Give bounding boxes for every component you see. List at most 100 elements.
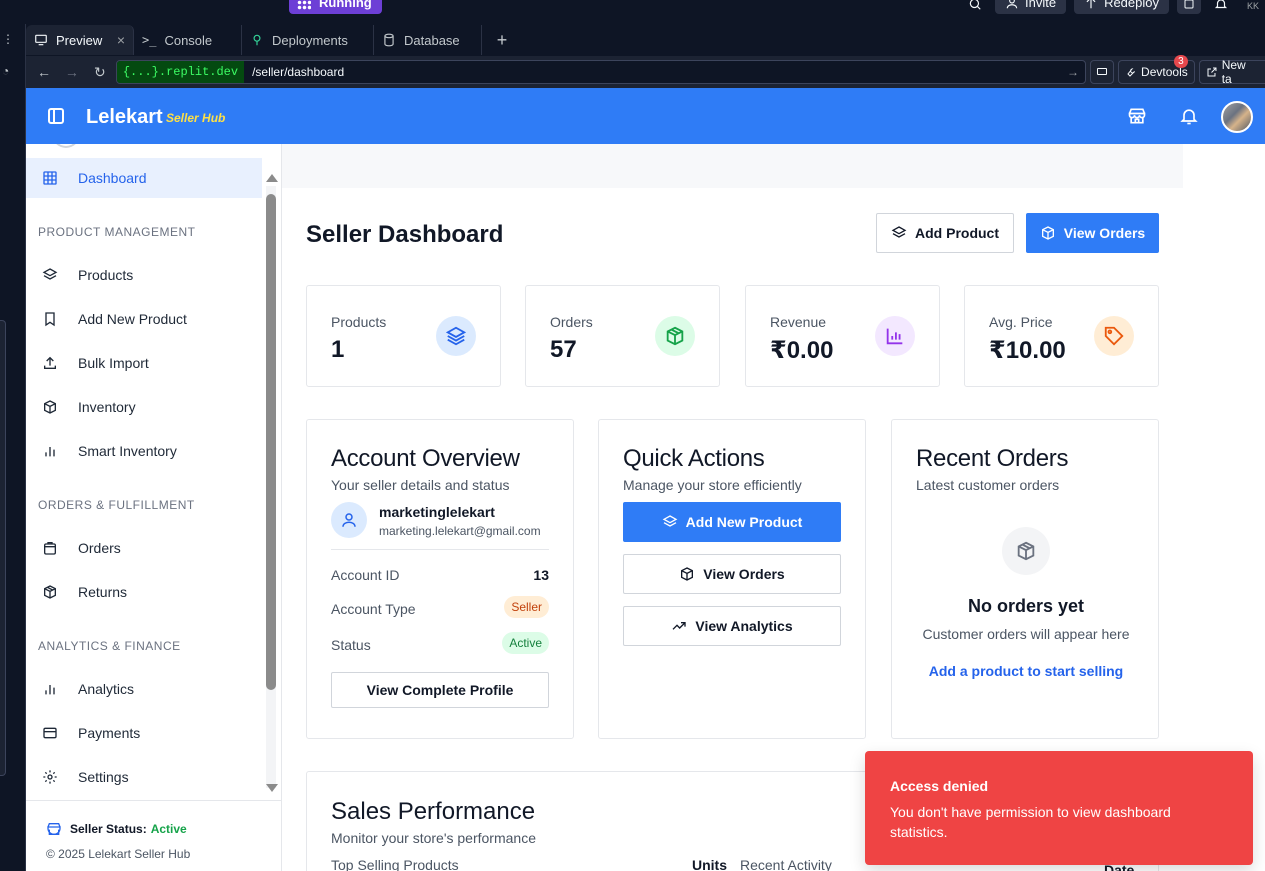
redeploy-button[interactable]: Redeploy bbox=[1074, 0, 1169, 14]
sidebar-item-label: Payments bbox=[78, 725, 141, 741]
sidebar-item-orders[interactable]: Orders bbox=[26, 528, 262, 568]
quick-view-orders-button[interactable]: View Orders bbox=[623, 554, 841, 594]
reload-icon[interactable]: ↻ bbox=[88, 60, 112, 84]
tab-console[interactable]: >_ Console bbox=[134, 25, 242, 55]
monitor-icon bbox=[35, 34, 47, 46]
user-avatar[interactable] bbox=[1221, 101, 1253, 133]
top-banner-area bbox=[282, 144, 1183, 188]
user-avatar[interactable]: KK bbox=[1241, 0, 1265, 14]
account-id-row: Account ID 13 bbox=[331, 567, 549, 583]
sidebar-scroll-area[interactable]: Dashboard PRODUCT MANAGEMENT Products Ad… bbox=[26, 144, 262, 800]
url-input[interactable]: {...}.replit.dev /seller/dashboard → bbox=[115, 60, 1087, 84]
layers-icon bbox=[436, 316, 476, 356]
kv-value: 13 bbox=[533, 567, 549, 583]
tab-deployments[interactable]: Deployments bbox=[242, 25, 374, 55]
empty-state-title: No orders yet bbox=[967, 596, 1085, 616]
stat-label: Orders bbox=[550, 314, 593, 330]
view-orders-button[interactable]: View Orders bbox=[1026, 213, 1159, 253]
scroll-up-arrow[interactable] bbox=[266, 174, 278, 182]
tab-label: Console bbox=[164, 32, 213, 48]
replit-top-bar: Running Invite Redeploy KK bbox=[0, 0, 1265, 24]
sidebar-item-payments[interactable]: Payments bbox=[26, 713, 262, 753]
sidebar-item-analytics[interactable]: Analytics bbox=[26, 669, 262, 709]
run-status-label: Running bbox=[319, 0, 372, 10]
notifications-bell-icon[interactable] bbox=[1209, 0, 1233, 14]
package-icon bbox=[681, 567, 694, 581]
view-orders-label: View Orders bbox=[1063, 225, 1146, 241]
kv-label: Status bbox=[331, 637, 371, 653]
deploy-icon bbox=[1086, 0, 1096, 9]
sidebar-footer: Seller Status: Active © 2025 Lelekart Se… bbox=[26, 800, 282, 871]
seller-status-value: Active bbox=[150, 822, 187, 836]
sidebar-item-label: Products bbox=[78, 267, 134, 283]
view-analytics-button[interactable]: View Analytics bbox=[623, 606, 841, 646]
status-badge: Active bbox=[502, 632, 549, 654]
button-label: View Complete Profile bbox=[366, 682, 514, 698]
sidebar-item-returns[interactable]: Returns bbox=[26, 572, 262, 612]
add-new-product-button[interactable]: Add New Product bbox=[623, 502, 841, 542]
sidebar-item-smart-inventory[interactable]: Smart Inventory bbox=[26, 431, 262, 471]
deploy-icon bbox=[253, 34, 261, 46]
sidebar-item-products[interactable]: Products bbox=[26, 255, 262, 295]
button-label: Add New Product bbox=[685, 514, 803, 530]
column-header: Top Selling Products bbox=[331, 857, 459, 871]
forward-icon[interactable]: → bbox=[60, 60, 84, 84]
new-tab-button[interactable]: + bbox=[490, 30, 514, 51]
device-icon bbox=[1097, 68, 1108, 75]
button-label: View Orders bbox=[703, 566, 785, 582]
sidebar-item-label: Add New Product bbox=[78, 311, 187, 327]
seller-status-label: Seller Status: bbox=[70, 822, 147, 836]
user-email: marketing.lelekart@gmail.com bbox=[379, 524, 541, 538]
search-icon[interactable] bbox=[963, 0, 987, 14]
sidebar-toggle-icon[interactable] bbox=[48, 108, 64, 124]
upload-icon bbox=[44, 356, 56, 369]
add-product-link[interactable]: Add a product to start selling bbox=[892, 663, 1160, 679]
tab-database[interactable]: Database bbox=[374, 25, 482, 55]
scroll-down-arrow[interactable] bbox=[266, 784, 278, 792]
scroll-thumb[interactable] bbox=[266, 194, 276, 690]
sidebar: Dashboard PRODUCT MANAGEMENT Products Ad… bbox=[26, 144, 282, 871]
sidebar-scrollbar[interactable] bbox=[266, 174, 278, 794]
stat-card-products: Products 1 bbox=[306, 285, 501, 387]
sidebar-item-inventory[interactable]: Inventory bbox=[26, 387, 262, 427]
back-icon[interactable]: ← bbox=[32, 60, 56, 84]
go-arrow-icon[interactable]: → bbox=[1067, 65, 1079, 79]
account-overview-card: Account Overview Your seller details and… bbox=[306, 419, 574, 739]
invite-label: Invite bbox=[1024, 0, 1057, 10]
stat-label: Avg. Price bbox=[989, 314, 1053, 330]
stat-label: Products bbox=[331, 314, 387, 330]
run-status-button[interactable]: Running bbox=[289, 0, 382, 14]
add-product-button[interactable]: Add Product bbox=[876, 213, 1014, 253]
username: marketinglelekart bbox=[379, 504, 495, 520]
sidebar-item-add-new-product[interactable]: Add New Product bbox=[26, 299, 262, 339]
sidebar-item-settings[interactable]: Settings bbox=[26, 757, 262, 797]
speed-icon[interactable]: ◔ bbox=[2, 64, 9, 78]
brand-logo[interactable]: Lelekart bbox=[86, 106, 163, 129]
account-status-row: Status Active bbox=[331, 632, 549, 654]
store-icon[interactable] bbox=[1127, 106, 1147, 126]
bell-icon[interactable] bbox=[1179, 106, 1199, 126]
open-external-button[interactable] bbox=[1177, 0, 1201, 14]
package-icon bbox=[1002, 527, 1050, 575]
invite-button[interactable]: Invite bbox=[994, 0, 1067, 14]
tab-preview[interactable]: Preview × bbox=[26, 25, 134, 55]
sidebar-item-dashboard[interactable]: Dashboard bbox=[26, 158, 262, 198]
package-icon bbox=[44, 585, 56, 599]
sidebar-item-label: Analytics bbox=[78, 681, 135, 697]
store-icon bbox=[47, 823, 61, 835]
device-toggle-button[interactable] bbox=[1090, 60, 1115, 84]
new-tab-link[interactable]: New ta bbox=[1198, 58, 1265, 86]
sidebar-item-bulk-import[interactable]: Bulk Import bbox=[26, 343, 262, 383]
shopping-bag-icon bbox=[44, 542, 56, 555]
more-icon[interactable]: ⋮ bbox=[2, 32, 14, 46]
trending-up-icon bbox=[672, 622, 687, 630]
view-profile-button[interactable]: View Complete Profile bbox=[331, 672, 549, 708]
close-icon[interactable]: × bbox=[117, 32, 125, 48]
stat-value: 57 bbox=[550, 336, 577, 363]
top-right-actions: Invite Redeploy KK bbox=[963, 0, 1265, 14]
tab-label: Database bbox=[404, 32, 460, 48]
bookmark-icon bbox=[45, 312, 55, 327]
error-toast[interactable]: Access denied You don't have permission … bbox=[865, 751, 1253, 865]
devtools-button[interactable]: Devtools 3 bbox=[1118, 55, 1195, 84]
rail-panel bbox=[0, 320, 6, 776]
